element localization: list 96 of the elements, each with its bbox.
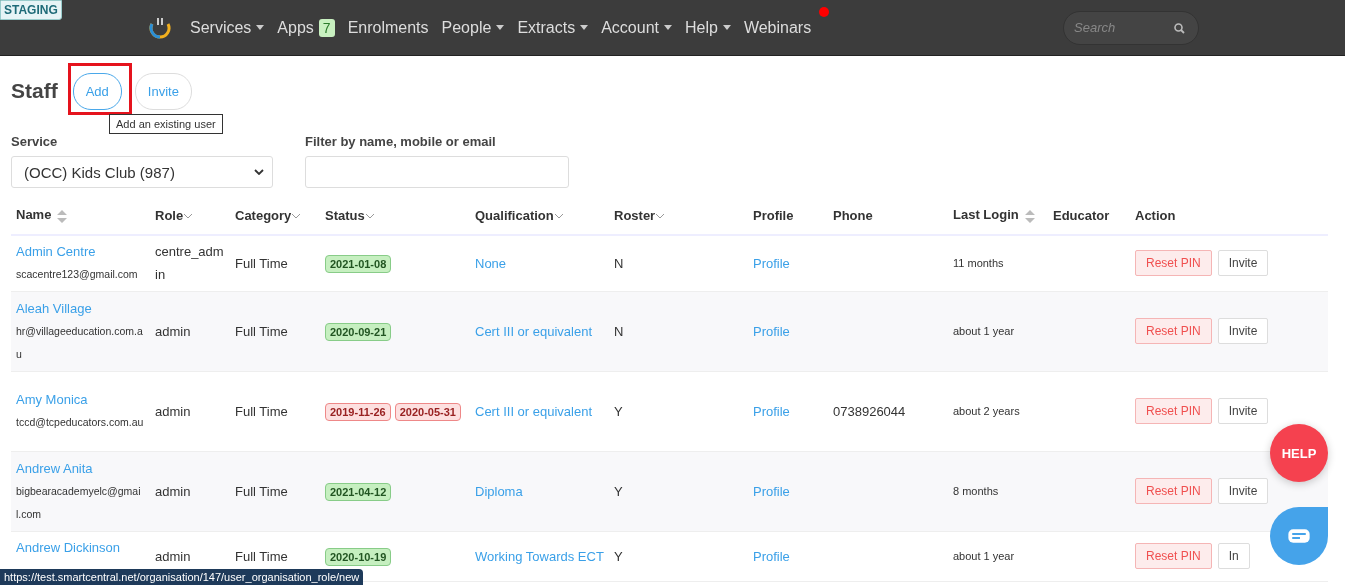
column-header[interactable]: Name [16,207,52,223]
column-header[interactable]: Role [155,207,184,223]
role-text: admin [155,322,192,341]
staff-name-link[interactable]: Amy Monica [16,388,145,411]
roster-text: Y [614,482,624,501]
status-badge: 2020-10-19 [325,547,392,566]
logo-icon[interactable] [148,15,172,40]
staff-name-link[interactable]: Andrew Dickinson [16,535,145,559]
invite-button[interactable]: Invite [1217,250,1269,277]
last-login-text: 8 months [953,483,1000,499]
status-badge: 2021-01-08 [325,254,392,273]
profile-link[interactable]: Profile [753,399,823,423]
reset-pin-button[interactable]: Reset PIN [1135,543,1212,569]
role-text: centre_admin [155,243,225,285]
tooltip: Add an existing user [109,114,223,134]
chevron-icon [254,169,264,175]
category-text: Full Time [235,322,289,341]
column-header[interactable]: Last Login [953,207,1019,223]
category-text: Full Time [235,547,289,566]
last-login-text: about 1 year [953,548,1016,564]
roster-text: N [614,322,625,341]
search-field[interactable]: Search [1063,10,1199,45]
staff-name-link[interactable]: Aleah Village [16,296,145,320]
column-header[interactable]: Category [235,207,292,223]
column-header[interactable]: Status [325,207,365,223]
caret-icon[interactable] [656,213,665,219]
help-button[interactable]: HELP [1270,424,1328,482]
column-header: Action [1135,207,1176,223]
caret-icon[interactable] [554,213,563,219]
invite-button[interactable]: Invite [1217,318,1269,344]
roster-text: N [614,254,625,273]
qualification-link[interactable]: None [475,251,604,275]
email-text: bigbearacademyelc@gmail.com [16,483,142,522]
last-login-text: about 2 years [953,403,1021,419]
caret-icon[interactable] [292,213,301,219]
reset-pin-button[interactable]: Reset PIN [1135,250,1212,277]
sort-icon[interactable] [1024,209,1035,223]
qualification-link[interactable]: Working Towards ECT [475,544,604,568]
nav-menu-item[interactable]: Extracts [517,18,589,37]
nav-menu-item[interactable]: Apps 7 [277,18,335,37]
category-text: Full Time [235,482,289,501]
category-text: Full Time [235,254,289,273]
roster-text: Y [614,402,624,421]
email-text: hr@villageeducation.com.au [16,323,144,362]
caret-icon[interactable] [365,213,374,219]
field-label: Filter by name, mobile or email [305,134,496,149]
qualification-link[interactable]: Cert III or equivalent [475,399,604,423]
reset-pin-button[interactable]: Reset PIN [1135,398,1212,424]
invite-button[interactable]: In [1217,543,1250,569]
last-login-text: about 1 year [953,323,1016,339]
phone-text: 0738926044 [833,402,907,421]
role-text: admin [155,547,192,566]
invite-button[interactable]: Invite [1217,398,1269,424]
sort-icon[interactable] [57,209,68,223]
staff-name-link[interactable]: Admin Centre [16,240,145,264]
nav-menu-item[interactable]: Webinars [743,18,812,37]
profile-link[interactable]: Profile [753,251,823,275]
status-badge: 2020-09-21 [325,322,392,341]
page-action-button[interactable]: Add [72,72,122,110]
nav-menu-item[interactable]: Help [685,18,731,37]
roster-text: Y [614,547,624,566]
environment-badge: STAGING [0,0,62,20]
nav-menu-item[interactable]: Services [190,18,265,37]
filter-field[interactable] [305,156,569,188]
page-title: Staff [11,79,58,103]
role-text: admin [155,482,192,501]
reset-pin-button[interactable]: Reset PIN [1135,478,1212,504]
column-header: Profile [753,207,794,223]
last-login-text: 11 months [953,255,1005,271]
status-badge: 2019-11-26 [325,402,391,421]
status-badge: 2020-05-31 [394,402,461,421]
service-dropdown[interactable]: (OCC) Kids Club (987) [11,156,273,188]
role-text: admin [155,402,192,421]
column-header: Educator [1053,207,1110,223]
chat-button[interactable] [1270,507,1328,565]
reset-pin-button[interactable]: Reset PIN [1135,318,1212,344]
nav-menu-item[interactable]: People [441,18,505,37]
count-badge: 7 [318,18,335,37]
profile-link[interactable]: Profile [753,544,823,568]
status-badge: 2021-04-12 [325,482,392,501]
nav-menu-item[interactable]: Enrolments [347,18,429,37]
page-action-button[interactable]: Invite [134,72,192,110]
highlight-frame [68,63,132,115]
category-text: Full Time [235,402,289,421]
staff-name-link[interactable]: Andrew Anita [16,456,145,480]
column-header: Phone [833,207,873,223]
invite-button[interactable]: Invite [1217,478,1269,504]
field-label: Service [11,134,58,149]
status-bar-url: https://test.smartcentral.net/organisation/147/user_organisation_role/new [0,569,364,585]
caret-icon[interactable] [184,213,193,219]
column-header[interactable]: Qualification [475,207,554,223]
nav-menu-item[interactable]: Account [601,18,672,37]
column-header[interactable]: Roster [614,207,656,223]
email-text: tccd@tcpeducators.com.au [16,415,145,430]
search-icon[interactable] [1174,22,1185,34]
email-text: scacentre123@gmail.com [16,267,139,283]
